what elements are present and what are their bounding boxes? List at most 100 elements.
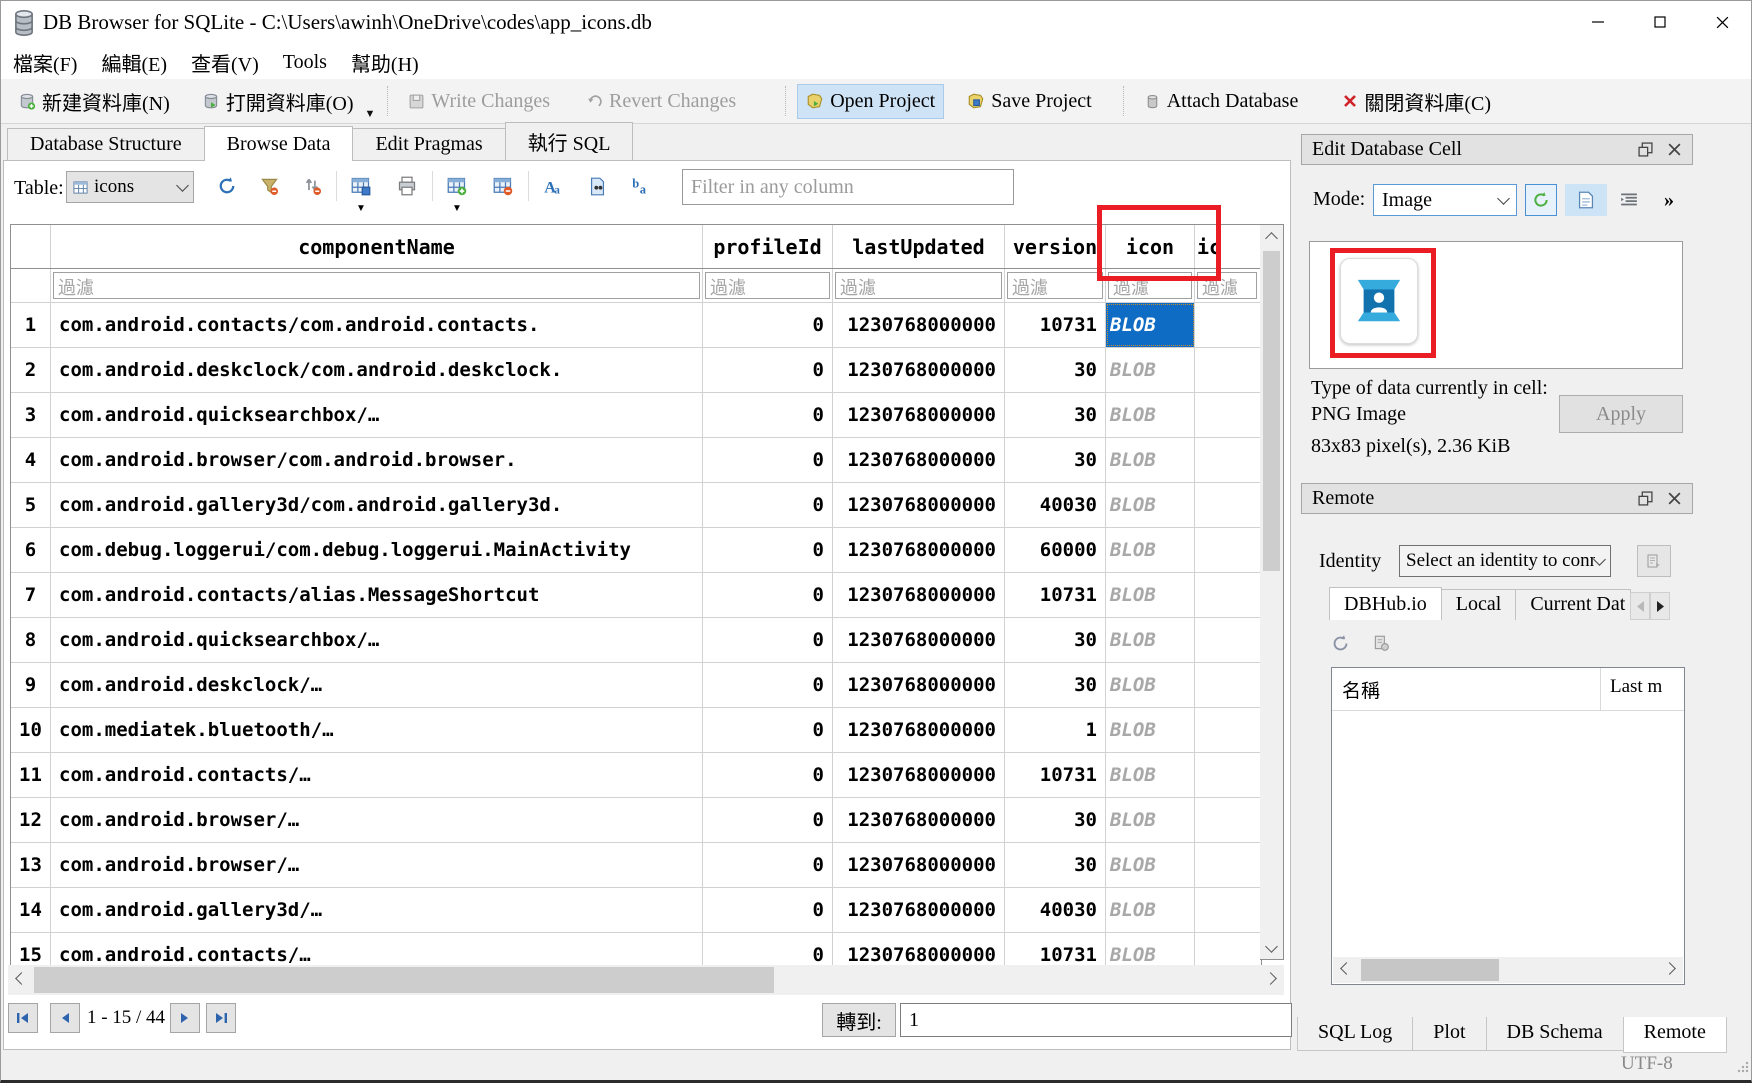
dock-tab-db-schema[interactable]: DB Schema [1486,1017,1624,1051]
cell-lastUpdated[interactable]: 1230768000000 [833,303,1005,347]
cell-lastUpdated[interactable]: 1230768000000 [833,708,1005,752]
cell-profileId[interactable]: 0 [703,618,833,662]
menu-edit[interactable]: 編輯(E) [89,46,179,79]
cell-icon-blob[interactable]: BLOB [1106,348,1195,392]
remote-tab-local[interactable]: Local [1441,589,1517,620]
font-settings-button[interactable]: A a [540,173,566,199]
row-number[interactable]: 7 [11,573,51,617]
cell-lastUpdated[interactable]: 1230768000000 [833,618,1005,662]
cell-componentName[interactable]: com.android.deskclock/com.android.deskcl… [51,348,703,392]
save-project-button[interactable]: Save Project [958,84,1101,119]
cell-version[interactable]: 30 [1005,843,1106,887]
scroll-right-button[interactable] [1659,957,1683,983]
tab-scroll-right-button[interactable] [1650,592,1670,620]
cell-icon-blob[interactable]: BLOB [1106,528,1195,572]
cell-icon-blob[interactable]: BLOB [1106,618,1195,662]
cell-overflow[interactable] [1195,888,1259,932]
cell-version[interactable]: 60000 [1005,528,1106,572]
close-window-button[interactable] [1691,1,1752,43]
filter-cell-version[interactable]: 過濾 [1005,269,1106,302]
delete-record-button[interactable] [490,173,516,199]
grid-vertical-scrollbar[interactable] [1260,224,1284,960]
grid-horizontal-scrollbar[interactable] [8,965,1284,995]
row-number[interactable]: 1 [11,303,51,347]
goto-button[interactable]: 轉到: [822,1003,896,1037]
minimize-button[interactable] [1567,1,1629,43]
remote-database-list[interactable]: 名稱 Last m [1331,667,1685,985]
insert-record-dropdown-icon[interactable]: ▼ [452,203,462,214]
close-database-button[interactable]: 關閉資料庫(C) [1333,81,1500,122]
cell-version[interactable]: 30 [1005,663,1106,707]
cell-version[interactable]: 40030 [1005,888,1106,932]
clear-sort-button[interactable] [299,173,325,199]
row-number[interactable]: 5 [11,483,51,527]
row-number[interactable]: 11 [11,753,51,797]
cell-version[interactable]: 40030 [1005,483,1106,527]
cell-profileId[interactable]: 0 [703,438,833,482]
cell-icon-blob[interactable]: BLOB [1106,393,1195,437]
attach-database-button[interactable]: Attach Database [1135,84,1308,119]
row-number[interactable]: 6 [11,528,51,572]
filter-input-componentName[interactable]: 過濾 [53,272,700,299]
open-project-button[interactable]: Open Project [797,84,944,119]
open-database-button[interactable]: 打開資料庫(O) [193,81,363,122]
column-header-componentName[interactable]: componentName [51,225,703,268]
last-page-button[interactable] [206,1003,236,1033]
filter-cell-componentName[interactable]: 過濾 [51,269,703,302]
float-panel-icon[interactable] [1638,142,1653,157]
cell-version[interactable]: 10731 [1005,303,1106,347]
cell-overflow[interactable] [1195,528,1259,572]
cell-lastUpdated[interactable]: 1230768000000 [833,663,1005,707]
column-header-lastUpdated[interactable]: lastUpdated [833,225,1005,268]
cell-lastUpdated[interactable]: 1230768000000 [833,888,1005,932]
cell-version[interactable]: 10731 [1005,753,1106,797]
column-header-profileId[interactable]: profileId [703,225,833,268]
cell-profileId[interactable]: 0 [703,843,833,887]
tab-execute-sql[interactable]: 執行 SQL [505,122,634,161]
cell-icon-blob[interactable]: BLOB [1106,663,1195,707]
save-table-button[interactable] [348,173,374,199]
scroll-up-button[interactable] [1260,225,1283,247]
cell-componentName[interactable]: com.debug.loggerui/com.debug.loggerui.Ma… [51,528,703,572]
close-panel-icon[interactable] [1667,491,1682,506]
remote-refresh-icon[interactable] [1331,634,1350,653]
remote-list-column-name[interactable]: 名稱 [1342,676,1380,703]
clear-filters-button[interactable] [256,173,282,199]
vertical-scroll-thumb[interactable] [1263,251,1280,571]
dock-tab-sql-log[interactable]: SQL Log [1297,1017,1413,1051]
menu-tools[interactable]: Tools [271,49,339,76]
cell-icon-blob-selected[interactable]: BLOB [1106,303,1195,347]
remote-tab-current-database[interactable]: Current Dat [1515,589,1631,620]
next-page-button[interactable] [170,1003,200,1033]
cell-icon-blob[interactable]: BLOB [1106,573,1195,617]
filter-input-version[interactable]: 過濾 [1007,272,1103,299]
insert-record-button[interactable] [444,173,470,199]
cell-componentName[interactable]: com.android.gallery3d/com.android.galler… [51,483,703,527]
tab-database-structure[interactable]: Database Structure [7,128,205,161]
cell-lastUpdated[interactable]: 1230768000000 [833,753,1005,797]
cell-version[interactable]: 30 [1005,618,1106,662]
scroll-left-button[interactable] [8,965,32,995]
cell-componentName[interactable]: com.android.gallery3d/… [51,888,703,932]
write-changes-button[interactable]: Write Changes [399,84,559,119]
cell-icon-blob[interactable]: BLOB [1106,483,1195,527]
goto-record-input[interactable] [900,1003,1292,1037]
scroll-right-button[interactable] [1260,965,1284,995]
revert-changes-button[interactable]: Revert Changes [577,84,745,119]
menu-file[interactable]: 檔案(F) [1,46,89,79]
cell-icon-blob[interactable]: BLOB [1106,708,1195,752]
remote-tab-dbhub[interactable]: DBHub.io [1329,587,1442,620]
cell-overflow[interactable] [1195,708,1259,752]
cell-overflow[interactable] [1195,348,1259,392]
text-view-toggle[interactable] [1615,184,1643,216]
cell-icon-blob[interactable]: BLOB [1106,888,1195,932]
row-number[interactable]: 3 [11,393,51,437]
cell-version[interactable]: 30 [1005,348,1106,392]
cell-overflow[interactable] [1195,483,1259,527]
find-in-cells-button[interactable] [584,173,610,199]
cell-componentName[interactable]: com.android.deskclock/… [51,663,703,707]
menu-view[interactable]: 查看(V) [179,46,271,79]
cell-lastUpdated[interactable]: 1230768000000 [833,573,1005,617]
filter-any-column-input[interactable] [682,169,1014,205]
cell-componentName[interactable]: com.android.contacts/com.android.contact… [51,303,703,347]
